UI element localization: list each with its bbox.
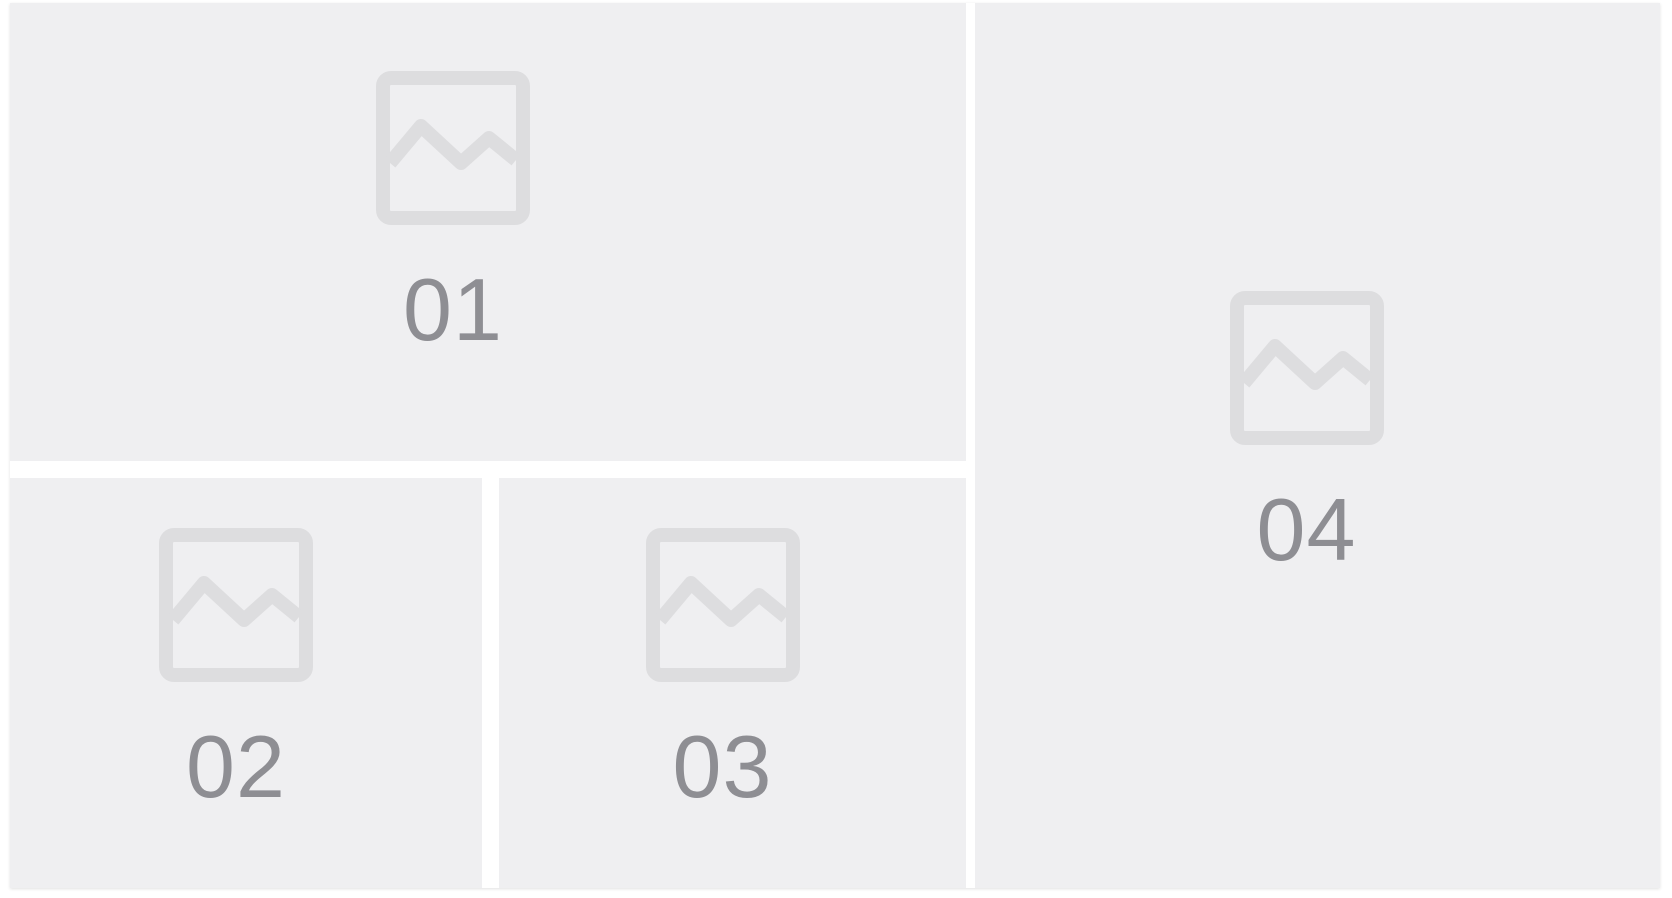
- tile-label: 03: [672, 717, 773, 816]
- tile-label: 02: [186, 717, 286, 816]
- tile-content: 04: [964, 288, 1649, 574]
- tile-content: 01: [0, 68, 931, 354]
- image-tile-03[interactable]: 03: [499, 478, 966, 888]
- image-placeholder-icon: [1229, 291, 1384, 445]
- image-placeholder-icon: [645, 528, 800, 682]
- image-placeholder-icon: [159, 528, 313, 682]
- image-tile-04[interactable]: 04: [975, 3, 1660, 888]
- image-mosaic-grid: 01 02 03 04: [10, 3, 1660, 888]
- tile-label: 04: [1256, 480, 1357, 579]
- image-tile-01[interactable]: 01: [10, 3, 966, 461]
- image-placeholder-icon: [376, 71, 530, 225]
- image-tile-02[interactable]: 02: [10, 478, 482, 888]
- tile-content: 03: [489, 525, 956, 811]
- tile-label: 01: [403, 260, 503, 359]
- tile-content: 02: [0, 525, 472, 811]
